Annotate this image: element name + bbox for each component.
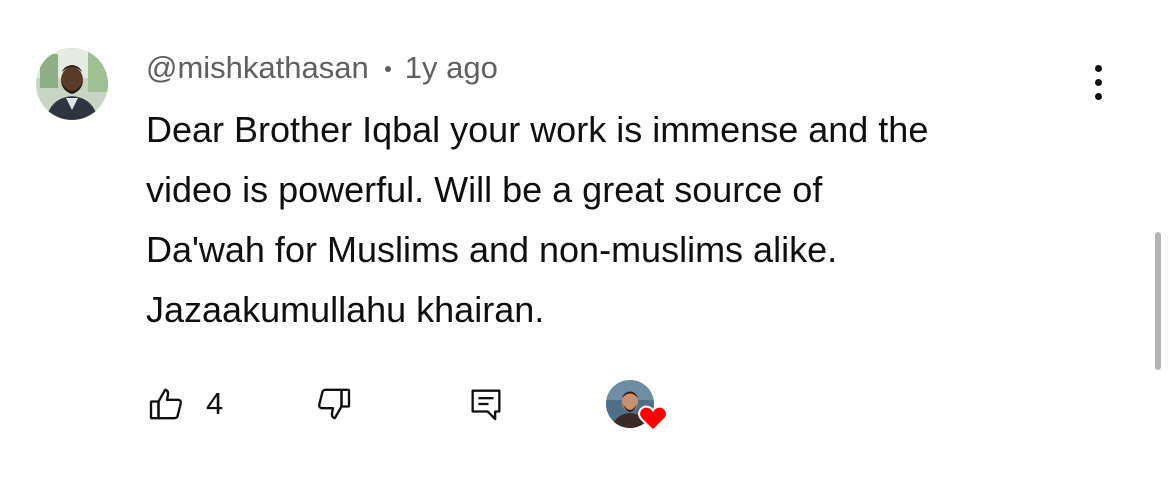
author-avatar-image xyxy=(36,48,108,120)
thumbs-up-icon xyxy=(149,388,182,420)
comment-meta: @mishkathasan 1y ago xyxy=(146,48,498,88)
more-actions-button[interactable] xyxy=(1080,58,1116,106)
reply-button[interactable] xyxy=(466,374,506,434)
comment-timestamp[interactable]: 1y ago xyxy=(405,50,498,86)
creator-heart xyxy=(606,380,670,436)
comment-thread: @mishkathasan 1y ago Dear Brother Iqbal … xyxy=(0,0,1170,484)
kebab-vertical-icon xyxy=(1094,78,1102,86)
like-button[interactable]: 4 xyxy=(146,374,223,434)
comment-body: Dear Brother Iqbal your work is immense … xyxy=(146,100,1106,340)
reply-comment-icon xyxy=(471,389,501,421)
separator-dot xyxy=(384,66,391,72)
author-handle[interactable]: @mishkathasan xyxy=(146,50,369,86)
like-count: 4 xyxy=(206,386,224,421)
heart-icon xyxy=(638,405,668,432)
comment-text-line: Da'wah for Muslims and non-muslims alike… xyxy=(146,229,838,270)
thumbs-down-icon xyxy=(318,388,351,420)
comment-text-line: video is powerful. Will be a great sourc… xyxy=(146,169,823,210)
dislike-button[interactable] xyxy=(314,374,354,434)
comment-text-line: Jazaakumullahu khairan. xyxy=(146,289,545,330)
kebab-vertical-icon xyxy=(1094,64,1102,72)
kebab-vertical-icon xyxy=(1094,92,1102,100)
comment-text-line: Dear Brother Iqbal your work is immense … xyxy=(146,109,929,150)
scrollbar-thumb[interactable] xyxy=(1155,232,1161,370)
author-avatar[interactable] xyxy=(36,48,108,120)
